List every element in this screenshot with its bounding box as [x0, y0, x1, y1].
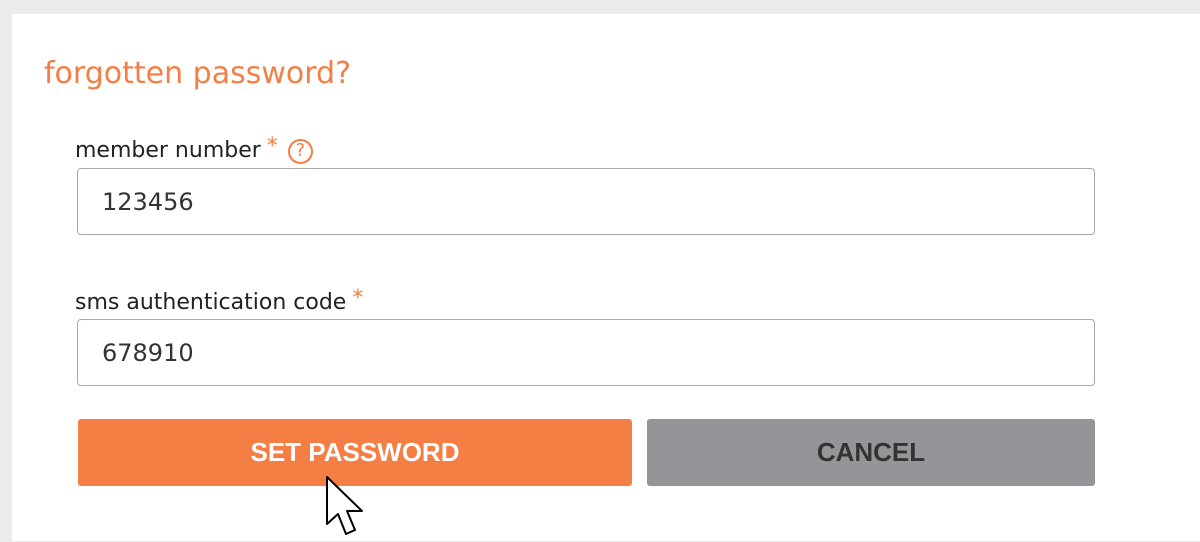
mouse-pointer-icon — [326, 476, 363, 535]
sms-code-input[interactable] — [77, 319, 1095, 386]
required-asterisk: * — [352, 286, 364, 311]
forgot-password-card: forgotten password? member number * ? sm… — [12, 14, 1200, 541]
sms-code-label: sms authentication code * — [75, 286, 363, 318]
question-circle-icon[interactable]: ? — [287, 138, 313, 164]
member-number-input[interactable] — [77, 168, 1095, 235]
cancel-button[interactable]: CANCEL — [647, 419, 1095, 486]
sms-code-label-text: sms authentication code — [75, 290, 347, 315]
page-title: forgotten password? — [44, 56, 352, 91]
required-asterisk: * — [266, 134, 278, 159]
member-number-label-text: member number — [75, 138, 261, 163]
member-number-label: member number * ? — [75, 134, 313, 166]
